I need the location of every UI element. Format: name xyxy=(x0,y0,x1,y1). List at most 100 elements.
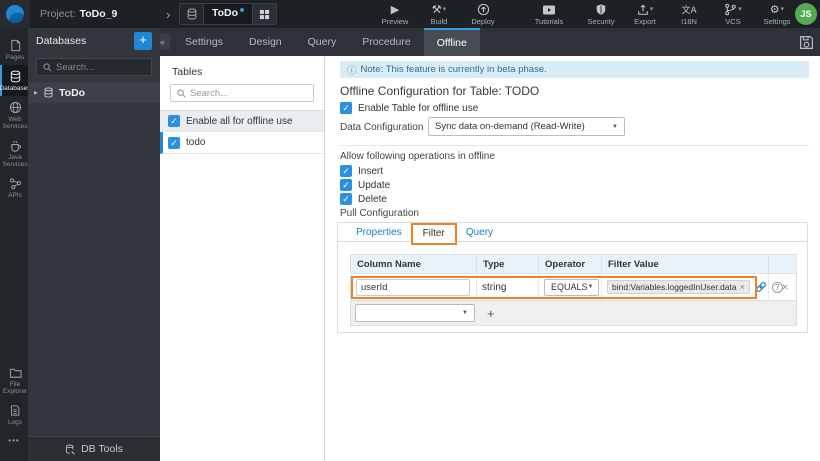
more-menu-button[interactable]: ••• xyxy=(0,430,28,447)
checkbox-update[interactable]: ✓ xyxy=(340,179,352,191)
delete-row-icon[interactable]: × xyxy=(774,280,796,294)
check-icon: ✓ xyxy=(170,116,178,126)
operation-delete-row[interactable]: ✓ Delete xyxy=(340,193,387,205)
add-database-button[interactable]: + xyxy=(134,32,152,50)
table-row-todo[interactable]: ✓ todo xyxy=(160,132,324,154)
add-column-select[interactable]: ▼ xyxy=(355,304,475,322)
sidebar-item-web-services[interactable]: Web Services xyxy=(0,96,28,134)
enable-table-offline-row[interactable]: ✓ Enable Table for offline use xyxy=(340,102,478,114)
header-operator: Operator xyxy=(539,255,602,273)
tab-query-pull[interactable]: Query xyxy=(456,223,503,241)
user-avatar[interactable]: JS xyxy=(795,3,817,25)
table-name-label: todo xyxy=(186,137,206,148)
chevron-right-icon: › xyxy=(166,6,171,22)
databases-search-input[interactable] xyxy=(56,61,146,73)
databases-panel: Databases + ▸ ToDo DB Tools xyxy=(28,28,160,461)
header-actions xyxy=(769,255,796,273)
tab-settings[interactable]: Settings xyxy=(172,28,236,56)
header-column-name: Column Name xyxy=(351,255,477,273)
offline-config-content: ⓘ Note: This feature is currently in bet… xyxy=(325,56,820,461)
app-logo[interactable] xyxy=(0,0,30,28)
tab-query[interactable]: Query xyxy=(295,28,350,56)
wavemaker-logo-icon xyxy=(6,5,24,23)
tab-offline[interactable]: Offline xyxy=(423,28,480,56)
vcs-button[interactable]: ▾ VCS xyxy=(718,1,748,28)
sidebar-item-logs[interactable]: Logs xyxy=(0,399,28,430)
select-arrow-icon: ▼ xyxy=(612,123,618,130)
enable-all-offline-row[interactable]: ✓ Enable all for offline use xyxy=(160,110,324,132)
column-name-input[interactable] xyxy=(356,278,470,296)
build-icon: ⚒ xyxy=(431,3,442,16)
caret-right-icon[interactable]: ▸ xyxy=(34,88,38,97)
topbar-right-actions: Security ▾ Export 文A I18N ▾ VCS ⚙ ▾ Setti… xyxy=(586,1,792,28)
operation-update-row[interactable]: ✓ Update xyxy=(340,179,390,191)
logs-icon xyxy=(11,405,20,416)
filter-table: Column Name Type Operator Filter Value s… xyxy=(350,254,797,326)
tab-design[interactable]: Design xyxy=(236,28,295,56)
sidebar-item-pages[interactable]: Pages xyxy=(0,34,28,65)
export-button[interactable]: ▾ Export xyxy=(630,1,660,28)
artifact-tab-todo[interactable]: ToDo xyxy=(179,3,278,25)
data-configuration-value: Sync data on-demand (Read-Write) xyxy=(435,121,585,132)
project-name: ToDo_9 xyxy=(79,8,118,20)
deploy-button[interactable]: Deploy xyxy=(468,1,498,28)
modified-indicator xyxy=(240,8,245,12)
preview-button[interactable]: ▶ Preview xyxy=(380,1,410,28)
tables-search-input[interactable] xyxy=(190,87,300,99)
databases-icon xyxy=(10,70,20,83)
sidebar-item-java-services[interactable]: Java Services xyxy=(0,134,28,172)
insert-label: Insert xyxy=(358,165,384,177)
tutorials-icon xyxy=(542,3,556,16)
db-tools-button[interactable]: DB Tools xyxy=(28,436,160,461)
remove-binding-icon[interactable]: × xyxy=(740,282,745,292)
checkbox-delete[interactable]: ✓ xyxy=(340,193,352,205)
artifact-tab-label: ToDo xyxy=(212,7,239,19)
settings-button[interactable]: ⚙ ▾ Settings xyxy=(762,1,792,28)
sidebar-item-file-explorer[interactable]: File Explorer xyxy=(0,362,28,399)
checkbox-enable-all[interactable]: ✓ xyxy=(168,115,180,127)
update-label: Update xyxy=(358,179,391,191)
tutorials-button[interactable]: Tutorials xyxy=(534,1,564,28)
enable-all-label: Enable all for offline use xyxy=(186,115,293,127)
beta-note-banner: ⓘ Note: This feature is currently in bet… xyxy=(340,61,809,78)
select-arrow-icon: ▼ xyxy=(587,284,594,290)
left-icon-sidebar: Pages Databases Web Services Java Servic… xyxy=(0,28,31,461)
check-icon: ✓ xyxy=(342,194,350,204)
tab-properties[interactable]: Properties xyxy=(346,223,412,241)
databases-search[interactable] xyxy=(36,58,152,76)
operator-select[interactable]: EQUALS ▼ xyxy=(544,278,599,296)
save-button[interactable] xyxy=(794,30,818,54)
checkbox-enable-table[interactable]: ✓ xyxy=(340,102,352,114)
bind-link-icon[interactable] xyxy=(755,281,767,293)
operation-insert-row[interactable]: ✓ Insert xyxy=(340,165,383,177)
add-filter-button[interactable]: + xyxy=(487,306,495,321)
type-value: string xyxy=(482,281,507,293)
filter-table-row: string EQUALS ▼ bind:Variables.loggedInU… xyxy=(350,274,797,301)
database-item-todo[interactable]: ▸ ToDo xyxy=(28,82,160,103)
security-button[interactable]: Security xyxy=(586,1,616,28)
operations-label: Allow following operations in offline xyxy=(340,151,495,162)
pull-configuration-panel: Properties Filter Query Column Name Type… xyxy=(337,222,808,333)
build-button[interactable]: ⚒ ▾ Build xyxy=(424,1,454,28)
header-type: Type xyxy=(477,255,539,273)
check-icon: ✓ xyxy=(342,180,350,190)
databases-panel-title: Databases xyxy=(36,35,87,47)
tab-procedure[interactable]: Procedure xyxy=(349,28,423,56)
filter-value-chip[interactable]: bind:Variables.loggedInUser.data × xyxy=(607,280,750,294)
grid-view-icon[interactable] xyxy=(252,4,277,24)
search-icon xyxy=(43,62,52,72)
info-icon: ⓘ xyxy=(347,65,357,77)
database-item-label: ToDo xyxy=(59,86,86,99)
sidebar-item-databases[interactable]: Databases xyxy=(0,65,31,96)
checkbox-todo-table[interactable]: ✓ xyxy=(168,136,180,149)
data-configuration-select[interactable]: Sync data on-demand (Read-Write) ▼ xyxy=(428,117,625,136)
sidebar-item-apis[interactable]: APIs xyxy=(0,172,28,203)
save-icon xyxy=(799,35,813,49)
coffee-icon xyxy=(10,140,21,152)
data-configuration-label: Data Configuration xyxy=(340,122,424,133)
tables-search[interactable] xyxy=(170,84,314,102)
chevron-down-icon: ▾ xyxy=(649,5,654,13)
i18n-button[interactable]: 文A I18N xyxy=(674,1,704,28)
tab-filter[interactable]: Filter xyxy=(410,223,457,245)
checkbox-insert[interactable]: ✓ xyxy=(340,165,352,177)
